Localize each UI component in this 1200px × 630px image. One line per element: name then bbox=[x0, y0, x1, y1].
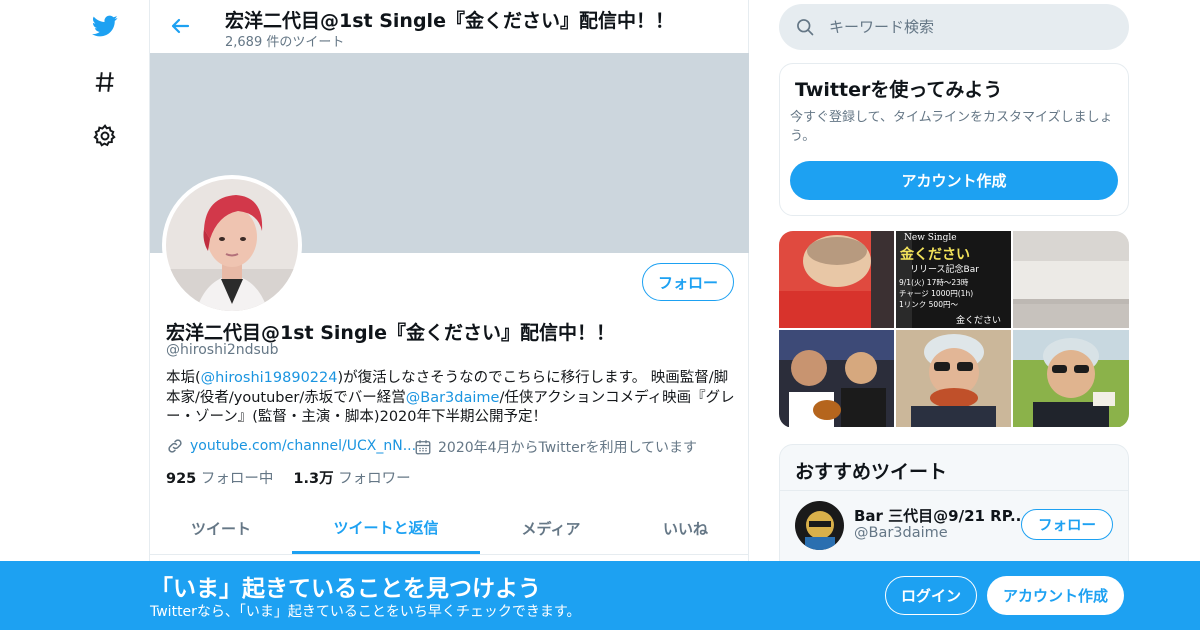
divider bbox=[780, 490, 1128, 491]
search-input[interactable] bbox=[829, 4, 1109, 50]
profile-column: 宏洋二代目@1st Single『金ください』配信中！！ 2,689 件のツイー… bbox=[149, 0, 749, 630]
signup-button[interactable]: アカウント作成 bbox=[987, 576, 1124, 615]
signup-card: Twitterを使ってみよう 今すぐ登録して、タイムラインをカスタマイズしましょ… bbox=[779, 63, 1129, 216]
tab-tweets[interactable]: ツイート bbox=[150, 503, 292, 554]
media-thumb-6[interactable] bbox=[1013, 330, 1129, 427]
profile-joined: 2020年4月からTwitterを利用しています bbox=[414, 437, 697, 457]
recommended-title: おすすめツイート bbox=[795, 461, 948, 483]
signup-card-title: Twitterを使ってみよう bbox=[795, 79, 1003, 101]
gear-icon[interactable] bbox=[90, 121, 120, 151]
hashtag-icon[interactable] bbox=[90, 67, 120, 97]
website-link[interactable]: youtube.com/channel/UCX_nN... bbox=[190, 438, 416, 454]
search-box[interactable] bbox=[779, 4, 1129, 50]
media-grid: New Single 金ください リリース記念Bar 9/1(火) 17時〜23… bbox=[779, 231, 1129, 428]
poster-line-3: リリース記念Bar bbox=[910, 265, 979, 275]
profile-name: 宏洋二代目@1st Single『金ください』配信中！！ bbox=[166, 322, 615, 344]
recommended-account-handle: @Bar3daime bbox=[854, 525, 948, 541]
profile-tabs: ツイート ツイートと返信 メディア いいね bbox=[150, 503, 749, 555]
bio-mention-bar3daime[interactable]: @Bar3daime bbox=[406, 390, 500, 406]
calendar-icon bbox=[414, 438, 432, 456]
following-stat[interactable]: 925 フォロー中 bbox=[166, 467, 273, 488]
joined-date: 2020年4月からTwitterを利用しています bbox=[438, 440, 698, 456]
tab-media[interactable]: メディア bbox=[480, 503, 622, 554]
profile-handle: @hiroshi2ndsub bbox=[166, 342, 279, 358]
recommended-avatar[interactable] bbox=[795, 501, 844, 550]
poster-line-5: チャージ 1000円(1h) bbox=[899, 289, 974, 298]
bottom-bar-title: 「いま」起きていることを見つけよう bbox=[150, 576, 541, 602]
signup-card-button[interactable]: アカウント作成 bbox=[790, 161, 1118, 200]
recommended-account-name[interactable]: Bar 三代目@9/21 RP... bbox=[854, 505, 1027, 526]
profile-stats: 925 フォロー中 1.3万 フォロワー bbox=[166, 467, 411, 488]
search-icon bbox=[795, 17, 815, 37]
recommended-follow-button[interactable]: フォロー bbox=[1021, 509, 1113, 540]
bio-mention-hiroshi19890224[interactable]: @hiroshi19890224 bbox=[201, 370, 338, 386]
header-title: 宏洋二代目@1st Single『金ください』配信中！！ bbox=[225, 10, 674, 32]
followers-count: 1.3万 bbox=[293, 471, 334, 487]
profile-bio: 本垢(@hiroshi19890224)が復活しなさそうなのでこちらに移行します… bbox=[166, 369, 736, 428]
tab-likes[interactable]: いいね bbox=[622, 503, 749, 554]
back-arrow-icon[interactable] bbox=[168, 14, 192, 38]
twitter-logo-icon[interactable] bbox=[90, 11, 120, 41]
media-thumb-5[interactable] bbox=[896, 330, 1011, 427]
poster-line-1: New Single bbox=[904, 233, 957, 243]
followers-stat[interactable]: 1.3万 フォロワー bbox=[293, 467, 410, 488]
tab-tweets-and-replies[interactable]: ツイートと返信 bbox=[292, 503, 480, 554]
media-thumb-1[interactable] bbox=[779, 231, 894, 328]
followers-label: フォロワー bbox=[338, 471, 411, 487]
bottom-signup-bar: 「いま」起きていることを見つけよう Twitterなら、「いま」起きていることを… bbox=[0, 561, 1200, 630]
poster-line-4: 9/1(火) 17時〜23時 bbox=[899, 278, 969, 287]
poster-line-7: 金ください bbox=[956, 316, 1002, 326]
poster-line-6: 1リンク 500円〜 bbox=[899, 300, 958, 309]
following-label: フォロー中 bbox=[200, 471, 274, 487]
avatar[interactable] bbox=[162, 175, 302, 315]
login-button[interactable]: ログイン bbox=[885, 576, 977, 615]
bio-text-1: 本垢( bbox=[166, 370, 201, 386]
media-thumb-3[interactable] bbox=[1013, 231, 1129, 328]
recommended-card: おすすめツイート Bar 三代目@9/21 RP... @Bar3daime フ… bbox=[779, 444, 1129, 574]
tweet-count: 2,689 件のツイート bbox=[225, 35, 345, 50]
signup-card-desc: 今すぐ登録して、タイムラインをカスタマイズしましょう。 bbox=[790, 110, 1113, 144]
media-thumb-poster[interactable]: New Single 金ください リリース記念Bar 9/1(火) 17時〜23… bbox=[896, 231, 1011, 328]
profile-website: youtube.com/channel/UCX_nN... bbox=[166, 437, 416, 455]
media-thumb-4[interactable] bbox=[779, 330, 894, 427]
bottom-bar-subtitle: Twitterなら、「いま」起きていることをいち早くチェックできます。 bbox=[150, 604, 581, 620]
poster-line-2: 金ください bbox=[900, 247, 970, 263]
link-icon bbox=[166, 437, 184, 455]
following-count: 925 bbox=[166, 471, 197, 487]
follow-button[interactable]: フォロー bbox=[642, 263, 734, 301]
